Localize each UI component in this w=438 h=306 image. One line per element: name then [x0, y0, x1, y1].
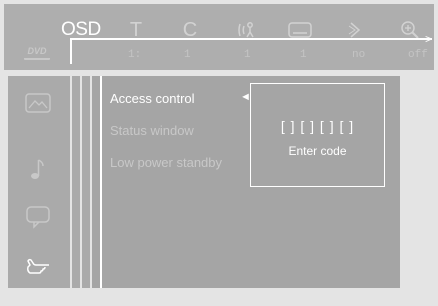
panel-divider-left	[72, 76, 80, 288]
menu-focus-line	[100, 76, 102, 288]
cursor-line-vertical	[70, 38, 72, 64]
code-input[interactable]: [ ] [ ] [ ] [ ]	[251, 118, 384, 134]
zoom-value: off	[408, 49, 428, 61]
speech-bubble-icon[interactable]	[22, 204, 54, 230]
status-info-row: 1: 1 1 1 no off	[4, 44, 434, 70]
panel-divider-right	[82, 76, 90, 288]
cursor-arrow-icon: >	[425, 32, 433, 46]
subtitle-value: 1	[300, 49, 307, 61]
sidebar	[8, 76, 70, 288]
menu-item-status-window[interactable]: Status window	[110, 123, 194, 138]
angle-value: no	[352, 49, 366, 61]
osd-screen: OSD T C 1: 1 1 1 no off DVD > Access con…	[0, 0, 438, 306]
dvd-logo: DVD	[24, 44, 50, 60]
hand-pointer-icon[interactable]	[22, 254, 54, 280]
menu-item-low-power-standby[interactable]: Low power standby	[110, 155, 222, 170]
code-entry-label: Enter code	[288, 144, 347, 158]
title-value: 1:	[128, 49, 142, 61]
music-note-icon[interactable]	[22, 156, 54, 182]
audio-value: 1	[244, 49, 251, 61]
menu-item-access-control[interactable]: Access control	[110, 91, 195, 106]
chapter-value: 1	[184, 49, 191, 61]
code-entry-dialog: [ ] [ ] [ ] [ ] Enter code	[250, 83, 385, 187]
osd-top-bar: OSD T C 1: 1 1 1 no off	[4, 4, 434, 70]
picture-icon[interactable]	[22, 90, 54, 116]
cursor-line-horizontal	[70, 38, 432, 40]
